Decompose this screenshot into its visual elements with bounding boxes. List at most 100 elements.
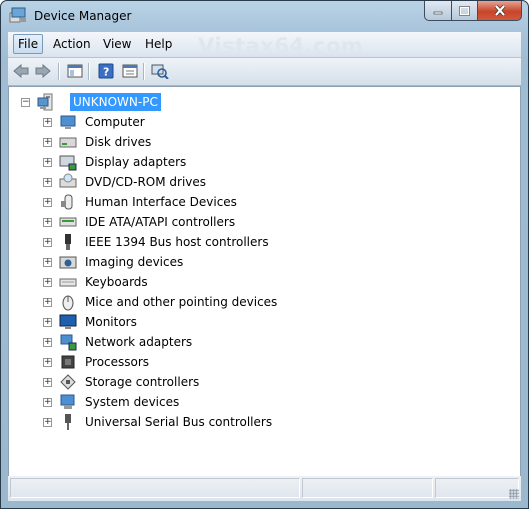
help-icon: ? [98, 63, 114, 79]
menu-file[interactable]: File [13, 34, 44, 54]
tree-item[interactable]: + Computer [9, 112, 409, 132]
tree-item[interactable]: + Human Interface Devices [9, 192, 409, 212]
network-adapter-icon [60, 334, 77, 351]
forward-icon [35, 64, 51, 78]
scan-hardware-changes-button[interactable] [150, 62, 170, 80]
expand-toggle[interactable]: + [43, 158, 52, 167]
hid-icon [61, 194, 73, 210]
toolbar-separator [58, 63, 60, 80]
status-segment-1 [10, 478, 300, 498]
expand-toggle[interactable]: + [43, 278, 52, 287]
svg-text:?: ? [103, 66, 109, 79]
caption-buttons [424, 1, 522, 21]
tree-item-label: Universal Serial Bus controllers [85, 415, 273, 429]
dvd-drive-icon [59, 173, 77, 188]
computer-name-label[interactable]: UNKNOWN-PC [70, 93, 161, 111]
expand-toggle[interactable]: + [43, 318, 52, 327]
tree-item-label: Disk drives [85, 135, 152, 149]
menu-view[interactable]: View [99, 35, 135, 53]
expand-toggle[interactable]: + [43, 138, 52, 147]
scan-hardware-changes-icon [151, 64, 169, 79]
processor-icon [61, 355, 75, 369]
tree-item[interactable]: + Mice and other pointing devices [9, 292, 409, 312]
maximize-icon [459, 5, 470, 16]
tree-item[interactable]: + Universal Serial Bus controllers [9, 412, 409, 432]
tree-item-label: IEEE 1394 Bus host controllers [85, 235, 269, 249]
tree-item-label: Imaging devices [85, 255, 184, 269]
show-hide-console-tree-button[interactable] [65, 62, 85, 80]
tree-item[interactable]: + Monitors [9, 312, 409, 332]
expand-toggle[interactable]: + [43, 238, 52, 247]
mouse-icon [62, 295, 74, 311]
keyboard-icon [59, 278, 77, 287]
tree-item[interactable]: + Display adapters [9, 152, 409, 172]
back-button[interactable] [11, 62, 31, 80]
expand-toggle[interactable]: + [43, 178, 52, 187]
tree-item-label: Storage controllers [85, 375, 200, 389]
computer-root-icon [37, 93, 53, 111]
status-segment-2 [302, 478, 433, 498]
menu-bar: File Action View Help Vistax64.com [8, 32, 521, 58]
tree-item-label: IDE ATA/ATAPI controllers [85, 215, 236, 229]
toolbar-separator [143, 63, 145, 80]
tree-item[interactable]: + IEEE 1394 Bus host controllers [9, 232, 409, 252]
tree-item[interactable]: + System devices [9, 392, 409, 412]
tree-item[interactable]: + Keyboards [9, 272, 409, 292]
display-adapter-icon [59, 155, 77, 171]
system-devices-icon [60, 394, 75, 409]
help-button[interactable]: ? [96, 62, 116, 80]
close-button[interactable] [478, 1, 522, 21]
tree-item[interactable]: + Disk drives [9, 132, 409, 152]
expand-toggle[interactable]: + [43, 418, 52, 427]
watermark: Vistax64.com [198, 34, 364, 58]
toolbar: ? [8, 58, 521, 86]
tree-item[interactable]: + IDE ATA/ATAPI controllers [9, 212, 409, 232]
tree-item-label: Mice and other pointing devices [85, 295, 278, 309]
expand-toggle[interactable]: + [43, 198, 52, 207]
expand-toggle[interactable]: + [43, 118, 52, 127]
minimize-button[interactable] [424, 1, 452, 21]
tree-item[interactable]: + Storage controllers [9, 372, 409, 392]
tree-item-label: Processors [85, 355, 150, 369]
back-icon [13, 64, 29, 78]
usb-icon [65, 414, 71, 430]
firewire-icon [65, 234, 71, 250]
properties-icon [122, 64, 138, 78]
window-title: Device Manager [34, 9, 132, 23]
expand-toggle[interactable]: + [43, 378, 52, 387]
storage-controller-icon [60, 374, 76, 390]
device-manager-window: Device Manager File Action View Help Vis… [0, 0, 529, 509]
tree-item-label: DVD/CD-ROM drives [85, 175, 207, 189]
show-hide-console-tree-icon [67, 64, 83, 78]
properties-button[interactable] [120, 62, 140, 80]
forward-button[interactable] [33, 62, 53, 80]
expand-toggle[interactable]: + [43, 218, 52, 227]
expand-toggle[interactable]: + [43, 358, 52, 367]
tree-item-label: Network adapters [85, 335, 193, 349]
ide-controller-icon [59, 217, 77, 227]
disk-drive-icon [59, 137, 77, 148]
expand-toggle[interactable]: + [43, 398, 52, 407]
device-manager-icon [9, 7, 26, 23]
tree-item[interactable]: + Imaging devices [9, 252, 409, 272]
status-bar [8, 476, 521, 501]
maximize-button[interactable] [452, 1, 478, 21]
tree-item-label: Monitors [85, 315, 137, 329]
collapse-root-toggle[interactable]: − [21, 98, 30, 107]
tree-item-label: Human Interface Devices [85, 195, 237, 209]
status-segment-3 [435, 478, 519, 498]
menu-help[interactable]: Help [141, 35, 176, 53]
monitor-icon [59, 314, 77, 329]
expand-toggle[interactable]: + [43, 298, 52, 307]
tree-item[interactable]: + DVD/CD-ROM drives [9, 172, 409, 192]
tree-item[interactable]: + Network adapters [9, 332, 409, 352]
title-bar[interactable]: Device Manager [1, 1, 528, 31]
expand-toggle[interactable]: + [43, 258, 52, 267]
resize-grip[interactable] [509, 489, 519, 499]
tree-item-label: System devices [85, 395, 180, 409]
expand-toggle[interactable]: + [43, 338, 52, 347]
tree-item[interactable]: + Processors [9, 352, 409, 372]
camera-icon [59, 256, 77, 269]
menu-action[interactable]: Action [49, 35, 95, 53]
device-tree[interactable]: − UNKNOWN-PC + Computer + Disk drives + Displ… [8, 86, 521, 477]
